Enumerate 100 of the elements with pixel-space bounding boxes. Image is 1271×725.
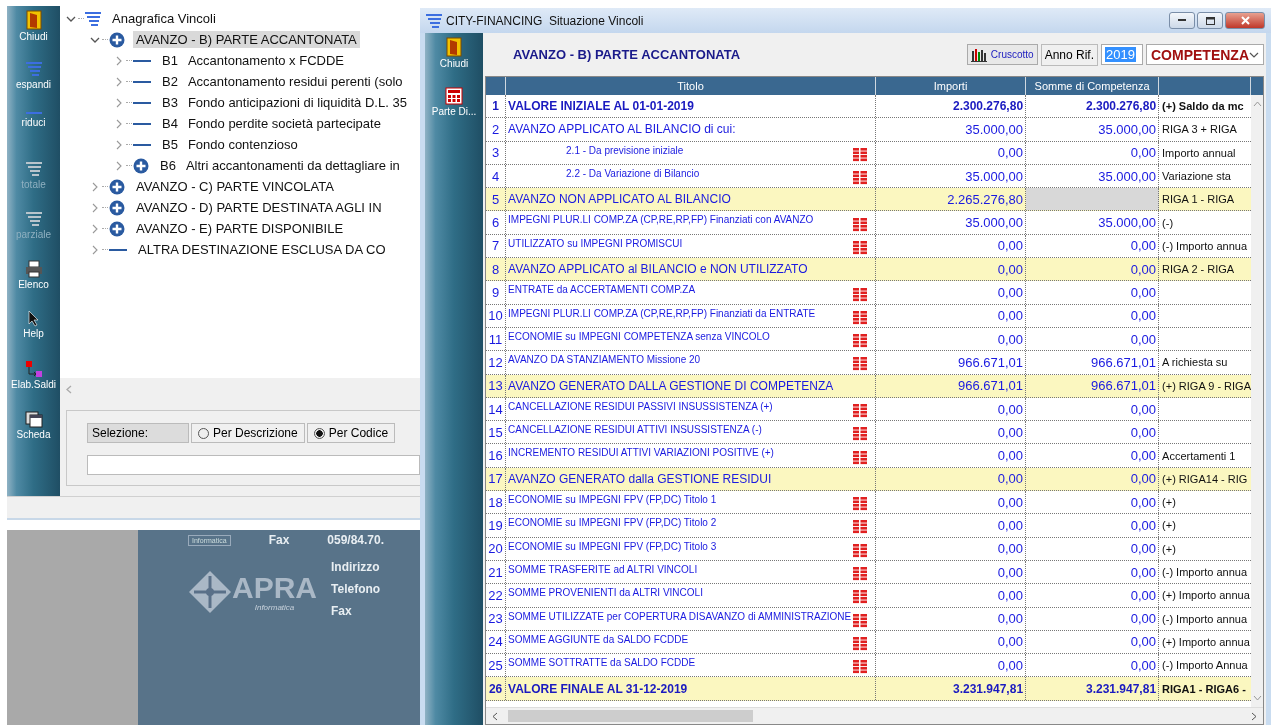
tree-item[interactable]: B5 Fondo contenzioso	[159, 136, 301, 153]
toolbar-button[interactable]: espandi	[7, 58, 60, 106]
row-number: 11	[486, 327, 507, 351]
table-cell: AVANZO APPLICATO AL BILANCIO di cui:	[508, 122, 736, 137]
table-cell-text: (-) Importo Annua	[1161, 658, 1249, 674]
table-cell: 0,00	[876, 654, 1027, 677]
toolbar-button[interactable]: Scheda	[7, 408, 60, 456]
grid-icon[interactable]	[853, 310, 868, 325]
column-header[interactable]: Importi	[876, 77, 1027, 95]
diamond-logo-icon	[188, 570, 232, 614]
table-cell-text: (+) Importo annua	[1161, 588, 1251, 604]
chevron-right-icon[interactable]	[114, 97, 124, 108]
chevron-right-icon[interactable]	[114, 118, 124, 129]
grid-icon[interactable]	[853, 497, 868, 512]
chevron-right-icon[interactable]	[90, 223, 100, 234]
radio-option[interactable]: Per Codice	[306, 423, 396, 443]
grid-icon[interactable]	[853, 567, 868, 582]
close-button[interactable]	[1225, 12, 1265, 29]
table-cell-text: (-) Importo annua	[1161, 565, 1249, 581]
table-cell: 0,00	[876, 421, 1027, 444]
table-cell-text: (-)	[1161, 215, 1175, 231]
table-cell: 966.671,01	[1026, 374, 1160, 397]
toolbar-button[interactable]: Chiudi	[7, 8, 60, 56]
mode-dropdown[interactable]: COMPETENZA	[1146, 44, 1264, 65]
grid-icon[interactable]	[853, 613, 868, 628]
tree-item[interactable]: B3 Fondo anticipazioni di liquidità D.L. 35	[159, 94, 410, 111]
column-header[interactable]: Somme di Competenza	[1026, 77, 1160, 95]
toolbar-button[interactable]: riduci	[7, 108, 60, 156]
grid-icon[interactable]	[853, 543, 868, 558]
grid-icon[interactable]	[853, 404, 868, 418]
chevron-right-icon[interactable]	[90, 244, 100, 255]
row-number: 21	[486, 560, 507, 584]
grid-icon[interactable]	[853, 171, 868, 186]
scrollbar-thumb[interactable]	[508, 710, 754, 722]
dashboard-button[interactable]: Cruscotto	[966, 44, 1038, 65]
toolbar-button[interactable]: Chiudi	[428, 35, 481, 83]
chevron-right-icon[interactable]	[90, 181, 100, 192]
grid-icon[interactable]	[853, 334, 868, 349]
tree-item[interactable]: AVANZO - B) PARTE ACCANTONATA	[133, 31, 360, 48]
table-cell: 966.671,01	[876, 351, 1027, 374]
grid-icon[interactable]	[853, 520, 868, 535]
column-header[interactable]: Titolo	[506, 77, 877, 95]
grid-icon[interactable]	[853, 636, 868, 651]
row-number: 25	[486, 654, 507, 677]
chevron-right-icon[interactable]	[114, 139, 124, 150]
chevron-right-icon[interactable]	[90, 202, 100, 213]
table-cell: 35.000,00	[1026, 211, 1160, 234]
horizontal-scrollbar[interactable]	[486, 707, 1263, 724]
chevron-right-icon[interactable]	[114, 55, 124, 66]
grid-icon[interactable]	[853, 217, 868, 232]
table-cell: 0,00	[876, 560, 1027, 584]
table-cell: 0,00	[1026, 537, 1160, 560]
scroll-left-icon[interactable]	[492, 711, 499, 721]
minimize-button[interactable]	[1169, 12, 1195, 29]
door-icon	[25, 10, 42, 30]
chevron-right-icon[interactable]	[114, 160, 124, 171]
tree-item[interactable]: AVANZO - D) PARTE DESTINATA AGLI IN	[133, 199, 385, 216]
table-cell-text: (+) Importo annua	[1161, 634, 1251, 650]
scroll-right-icon[interactable]	[1251, 711, 1257, 721]
grid-icon[interactable]	[853, 427, 868, 442]
toolbar-button[interactable]: Help	[7, 308, 60, 356]
radio-option[interactable]: Per Descrizione	[191, 423, 305, 443]
table-cell: 966.671,01	[876, 374, 1027, 397]
toolbar-button[interactable]: Parte Di...	[428, 85, 481, 133]
tree-item[interactable]: AVANZO - E) PARTE DISPONIBILE	[133, 220, 347, 237]
tree-item[interactable]: B1 Accantonamento x FCDDE	[159, 52, 347, 69]
grid-icon[interactable]	[853, 357, 868, 372]
table-cell: 0,00	[1026, 258, 1160, 281]
toolbar-button[interactable]: Elenco	[7, 258, 60, 306]
toolbar-button[interactable]: Elab.Saldi	[7, 358, 60, 406]
table-cell: 0,00	[876, 258, 1027, 281]
tree-item[interactable]: B2 Accantonamento residui perenti (solo	[159, 73, 406, 90]
table-cell-text: Accertamenti 1	[1161, 448, 1237, 464]
row-number: 1	[486, 95, 507, 118]
grid-icon[interactable]	[853, 450, 868, 465]
tree-item[interactable]: AVANZO - C) PARTE VINCOLATA	[133, 178, 337, 195]
chevron-right-icon[interactable]	[114, 76, 124, 87]
grid-icon[interactable]	[853, 660, 868, 675]
table-cell: 0,00	[1026, 514, 1160, 537]
table-cell: 35.000,00	[876, 118, 1027, 141]
table-cell: CANCELLAZIONE RESIDUI ATTIVI INSUSSISTENZA (-)	[508, 424, 762, 436]
grid-icon[interactable]	[853, 147, 868, 162]
flow-icon	[24, 360, 43, 378]
table-cell-text: RIGA 2 - RIGA	[1161, 262, 1236, 278]
grid-icon[interactable]	[853, 287, 868, 302]
row-number: 6	[486, 211, 507, 234]
tree-item[interactable]: ALTRA DESTINAZIONE ESCLUSA DA CO	[135, 241, 389, 258]
tree-item[interactable]: B4 Fondo perdite società partecipate	[159, 115, 384, 132]
row-number: 20	[486, 537, 507, 560]
tree-item[interactable]: Anagrafica Vincoli	[109, 10, 219, 27]
table-cell: 0,00	[1026, 397, 1160, 421]
table-cell-text: (+) RIGA14 - RIG	[1161, 471, 1249, 487]
maximize-button[interactable]	[1197, 12, 1223, 29]
grid-icon[interactable]	[853, 240, 868, 255]
tree-item[interactable]: B6 Altri accantonamenti da dettagliare in	[157, 157, 403, 174]
grid-icon[interactable]	[853, 590, 868, 605]
table-cell: 0,00	[876, 141, 1027, 164]
search-field[interactable]	[87, 455, 420, 475]
table-cell: 0,00	[1026, 607, 1160, 630]
plus-circle-icon	[133, 157, 149, 174]
